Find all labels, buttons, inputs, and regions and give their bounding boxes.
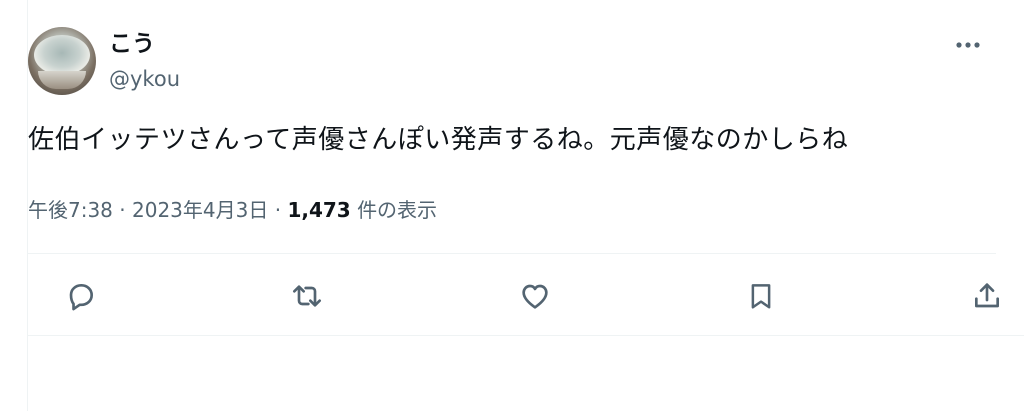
- retweet-button[interactable]: [287, 276, 327, 316]
- meta-separator: ·: [274, 198, 282, 222]
- teacup-avatar-image: [34, 35, 90, 75]
- views-count[interactable]: 1,473: [287, 198, 350, 222]
- reply-button[interactable]: [61, 276, 101, 316]
- like-icon: [522, 284, 548, 309]
- bookmark-button[interactable]: [741, 276, 781, 316]
- teacup-avatar-base: [38, 71, 86, 89]
- like-button[interactable]: [515, 276, 555, 316]
- share-button[interactable]: [967, 276, 1007, 316]
- divider: [28, 253, 996, 254]
- more-icon: [956, 42, 980, 48]
- more-options-button[interactable]: [950, 30, 986, 60]
- meta-separator: ·: [119, 198, 126, 222]
- author-handle[interactable]: @ykou: [109, 66, 180, 92]
- reply-icon: [69, 284, 93, 311]
- tweet-time[interactable]: 午後7:38: [28, 198, 113, 222]
- bookmark-icon: [751, 284, 771, 309]
- tweet-date[interactable]: 2023年4月3日: [132, 198, 268, 222]
- retweet-icon: [293, 285, 321, 307]
- tweet-meta: 午後7:38 · 2023年4月3日 · 1,473 件の表示: [28, 196, 437, 224]
- share-icon: [975, 283, 999, 308]
- author-display-name[interactable]: こう: [109, 30, 155, 58]
- tweet-text: 佐伯イッテツさんって声優さんぽい発声するね。元声優なのかしらね: [28, 125, 849, 155]
- avatar[interactable]: [28, 27, 96, 95]
- views-label[interactable]: 件の表示: [357, 198, 437, 222]
